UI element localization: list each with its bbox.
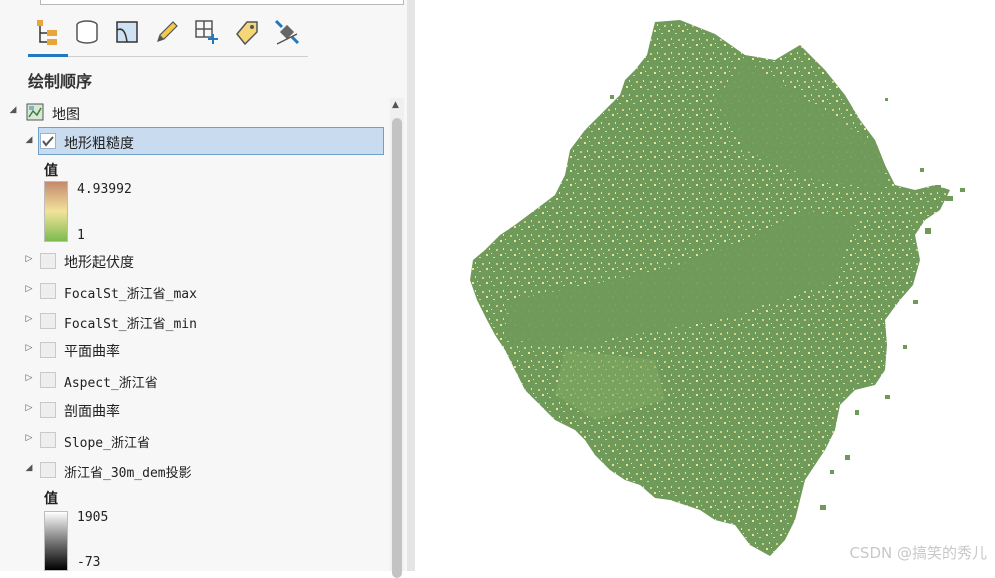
layer-row[interactable]: ▷ 平面曲率	[0, 336, 390, 364]
layer-label: Slope_浙江省	[64, 436, 150, 451]
collapse-icon[interactable]: ◢	[24, 135, 34, 145]
legend-high-value: 1905	[77, 510, 109, 525]
list-by-labeling-icon[interactable]	[230, 14, 264, 50]
layer-row[interactable]: ▷ Slope_浙江省	[0, 426, 390, 454]
list-by-snapping-icon[interactable]	[190, 14, 224, 50]
list-by-editing-icon[interactable]	[150, 14, 184, 50]
map-label: 地图	[52, 107, 80, 123]
legend-color-ramp	[44, 511, 68, 571]
scrollbar-thumb[interactable]	[392, 118, 402, 578]
active-tab-indicator	[28, 54, 68, 57]
expand-icon[interactable]: ▷	[24, 433, 34, 443]
layer-row[interactable]: ▷ 剖面曲率	[0, 396, 390, 424]
scroll-up-icon[interactable]: ▲	[392, 100, 399, 110]
layer-visibility-checkbox[interactable]	[40, 432, 56, 448]
layer-label: 地形粗糙度	[64, 136, 134, 152]
contents-pane: 绘制顺序 ◢ 地图 ◢ 地形粗糙度 值 4.93992 1 ▷ 地形起伏度 ▷ …	[0, 0, 407, 578]
watermark-text: CSDN @搞笑的秀儿	[849, 544, 987, 562]
layer-row[interactable]: ▷ FocalSt_浙江省_min	[0, 307, 390, 335]
layer-row[interactable]: ▷ 地形起伏度	[0, 247, 390, 275]
legend-high-value: 4.93992	[77, 182, 132, 197]
legend-low-value: 1	[77, 228, 85, 243]
list-by-selection-icon[interactable]	[110, 14, 144, 50]
map-node[interactable]: ◢ 地图	[0, 98, 390, 126]
layer-row[interactable]: ◢ 浙江省_30m_dem投影	[0, 456, 390, 484]
layer-visibility-checkbox[interactable]	[40, 253, 56, 269]
tab-divider	[28, 56, 308, 57]
layer-label: 地形起伏度	[64, 255, 134, 271]
layer-visibility-checkbox[interactable]	[40, 283, 56, 299]
layer-row[interactable]: ◢ 地形粗糙度	[0, 127, 390, 155]
expand-icon[interactable]: ▷	[24, 343, 34, 353]
page-title: 绘制顺序	[28, 72, 93, 91]
map-icon	[26, 103, 44, 125]
list-by-perspective-imagery-icon[interactable]	[270, 14, 304, 50]
layer-label: Aspect_浙江省	[64, 376, 158, 391]
search-input[interactable]	[40, 0, 404, 5]
layer-label: 剖面曲率	[64, 404, 120, 420]
legend-title: 值	[44, 163, 58, 179]
layer-label: 浙江省_30m_dem投影	[64, 466, 192, 481]
layer-visibility-checkbox[interactable]	[40, 402, 56, 418]
expand-icon[interactable]: ▷	[24, 403, 34, 413]
list-by-data-source-icon[interactable]	[70, 14, 104, 50]
map-view[interactable]: CSDN @搞笑的秀儿	[415, 0, 995, 571]
layer-visibility-checkbox[interactable]	[40, 372, 56, 388]
layer-row[interactable]: ▷ FocalSt_浙江省_max	[0, 277, 390, 305]
legend-title: 值	[44, 491, 58, 507]
roughness-raster-map	[470, 20, 965, 556]
layer-label: FocalSt_浙江省_max	[64, 287, 197, 302]
list-by-drawing-order-icon[interactable]	[30, 14, 64, 50]
expand-icon[interactable]: ▷	[24, 254, 34, 264]
layer-visibility-checkbox[interactable]	[40, 462, 56, 478]
vertical-scrollbar[interactable]: ▲	[390, 98, 404, 578]
layer-visibility-checkbox[interactable]	[40, 133, 56, 149]
layer-visibility-checkbox[interactable]	[40, 342, 56, 358]
layer-row[interactable]: ▷ Aspect_浙江省	[0, 366, 390, 394]
expand-icon[interactable]: ▷	[24, 284, 34, 294]
pane-splitter[interactable]	[407, 0, 415, 571]
layer-label: FocalSt_浙江省_min	[64, 317, 197, 332]
legend-low-value: -73	[77, 555, 101, 570]
expand-icon[interactable]: ▷	[24, 373, 34, 383]
collapse-icon[interactable]: ◢	[8, 105, 18, 115]
collapse-icon[interactable]: ◢	[24, 463, 34, 473]
layer-label: 平面曲率	[64, 344, 120, 360]
legend-color-ramp	[44, 181, 68, 242]
layer-visibility-checkbox[interactable]	[40, 313, 56, 329]
expand-icon[interactable]: ▷	[24, 314, 34, 324]
